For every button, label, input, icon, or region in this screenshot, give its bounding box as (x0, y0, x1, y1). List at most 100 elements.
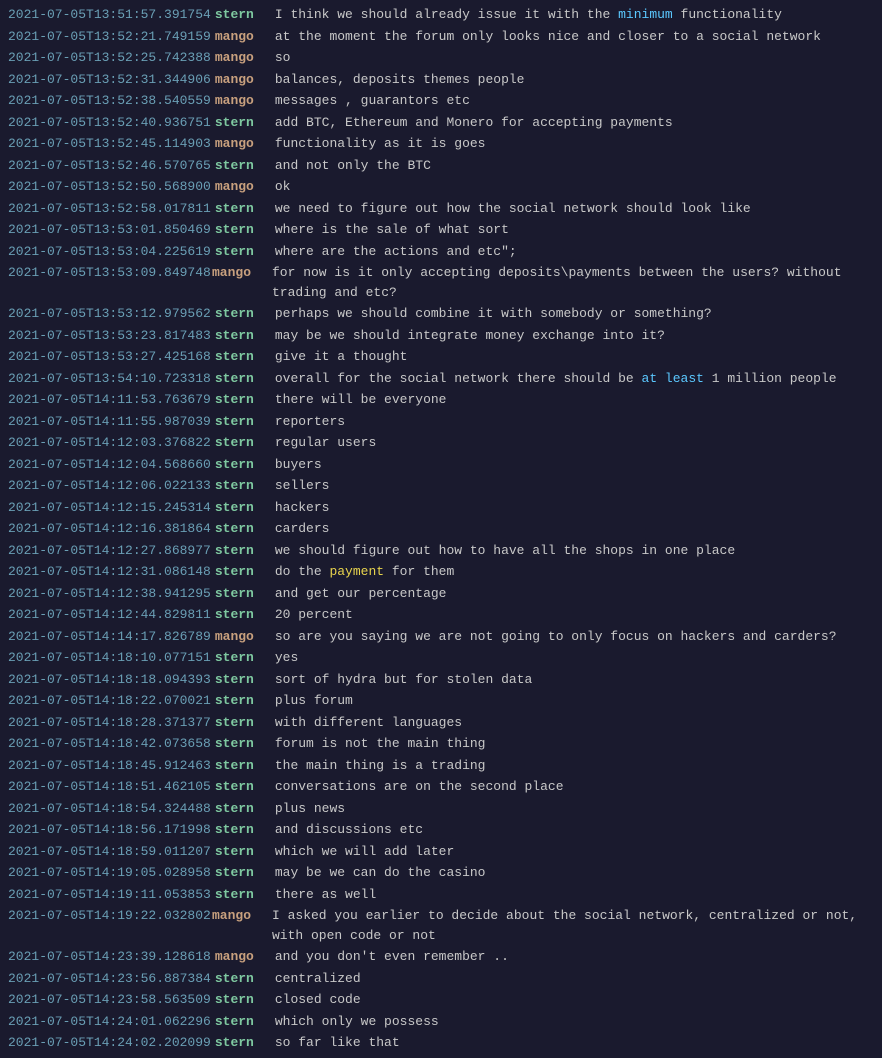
table-row: 2021-07-05T14:18:56.171998stern and discu… (0, 819, 882, 841)
table-row: 2021-07-05T14:18:45.912463sternthe main … (0, 755, 882, 777)
table-row: 2021-07-05T14:18:42.073658sternforum is … (0, 733, 882, 755)
message-text: buyers (275, 455, 322, 475)
username: stern (215, 541, 267, 561)
table-row: 2021-07-05T13:52:46.570765sternand not o… (0, 155, 882, 177)
timestamp: 2021-07-05T13:52:31.344906 (8, 70, 211, 90)
message-text: and not only the BTC (275, 156, 431, 176)
username: stern (215, 347, 267, 367)
table-row: 2021-07-05T13:52:25.742388mangoso (0, 47, 882, 69)
username: stern (215, 326, 267, 346)
message-text: may be we should integrate money exchang… (275, 326, 665, 346)
username: stern (215, 605, 267, 625)
message-text: which we will add later (275, 842, 454, 862)
username: stern (215, 476, 267, 496)
username: stern (215, 820, 267, 840)
username: stern (215, 562, 267, 582)
table-row: 2021-07-05T13:54:10.723318stern overall f… (0, 368, 882, 390)
table-row: 2021-07-05T13:52:21.749159mangoat the mo… (0, 26, 882, 48)
message-text: yes (275, 648, 298, 668)
message-text: so are you saying we are not going to on… (275, 627, 837, 647)
timestamp: 2021-07-05T13:54:10.723318 (8, 369, 211, 389)
timestamp: 2021-07-05T14:12:06.022133 (8, 476, 211, 496)
table-row: 2021-07-05T13:53:09.849748mangofor now i… (0, 262, 882, 303)
timestamp: 2021-07-05T14:23:39.128618 (8, 947, 211, 967)
table-row: 2021-07-05T14:23:39.128618mangoand you d… (0, 946, 882, 968)
username: stern (215, 242, 267, 262)
timestamp: 2021-07-05T14:12:38.941295 (8, 584, 211, 604)
message-text: centralized (275, 969, 361, 989)
timestamp: 2021-07-05T13:52:21.749159 (8, 27, 211, 47)
table-row: 2021-07-05T14:12:15.245314sternhackers (0, 497, 882, 519)
timestamp: 2021-07-05T14:19:05.028958 (8, 863, 211, 883)
username: stern (215, 220, 267, 240)
message-text: overall for the social network there sho… (275, 369, 837, 389)
username: stern (215, 304, 267, 324)
table-row: 2021-07-05T14:24:02.202099sternso far li… (0, 1032, 882, 1054)
timestamp: 2021-07-05T14:12:03.376822 (8, 433, 211, 453)
message-text: conversations are on the second place (275, 777, 564, 797)
message-text: do the payment for them (275, 562, 454, 582)
message-text: give it a thought (275, 347, 408, 367)
message-text: sort of hydra but for stolen data (275, 670, 532, 690)
table-row: 2021-07-05T14:18:10.077151sternyes (0, 647, 882, 669)
timestamp: 2021-07-05T14:18:56.171998 (8, 820, 211, 840)
message-text: at the moment the forum only looks nice … (275, 27, 821, 47)
username: stern (215, 777, 267, 797)
table-row: 2021-07-05T13:52:31.344906mangobalances,… (0, 69, 882, 91)
table-row: 2021-07-05T14:19:05.028958stern may be we… (0, 862, 882, 884)
message-text: so far like that (275, 1033, 400, 1053)
table-row: 2021-07-05T13:52:50.568900mangook (0, 176, 882, 198)
message-text: and discussions etc (275, 820, 423, 840)
username: stern (215, 113, 267, 133)
message-text: reporters (275, 412, 345, 432)
message-text: hackers (275, 498, 330, 518)
username: stern (215, 990, 267, 1010)
message-text: which only we possess (275, 1012, 439, 1032)
message-text: 20 percent (275, 605, 353, 625)
table-row: 2021-07-05T14:18:54.324488sternplus news (0, 798, 882, 820)
table-row: 2021-07-05T13:53:01.850469sternwhere is … (0, 219, 882, 241)
timestamp: 2021-07-05T14:12:31.086148 (8, 562, 211, 582)
username: stern (215, 498, 267, 518)
timestamp: 2021-07-05T14:12:44.829811 (8, 605, 211, 625)
timestamp: 2021-07-05T13:52:50.568900 (8, 177, 211, 197)
timestamp: 2021-07-05T14:12:04.568660 (8, 455, 211, 475)
timestamp: 2021-07-05T14:12:27.868977 (8, 541, 211, 561)
username: stern (215, 799, 267, 819)
username: stern (215, 1012, 267, 1032)
table-row: 2021-07-05T14:14:17.826789mangoso are yo… (0, 626, 882, 648)
message-text: perhaps we should combine it with somebo… (275, 304, 712, 324)
table-row: 2021-07-05T13:52:40.936751sternadd BTC, … (0, 112, 882, 134)
timestamp: 2021-07-05T13:53:04.225619 (8, 242, 211, 262)
message-text: add BTC, Ethereum and Monero for accepti… (275, 113, 673, 133)
username: stern (215, 756, 267, 776)
timestamp: 2021-07-05T14:12:16.381864 (8, 519, 211, 539)
username: mango (215, 947, 267, 967)
timestamp: 2021-07-05T14:18:42.073658 (8, 734, 211, 754)
username: stern (215, 369, 267, 389)
timestamp: 2021-07-05T14:11:53.763679 (8, 390, 211, 410)
message-text: regular users (275, 433, 376, 453)
timestamp: 2021-07-05T14:24:01.062296 (8, 1012, 211, 1032)
table-row: 2021-07-05T14:23:58.563509sternclosed co… (0, 989, 882, 1011)
table-row: 2021-07-05T14:12:31.086148stern do the pa… (0, 561, 882, 583)
table-row: 2021-07-05T13:53:23.817483sternmay be we… (0, 325, 882, 347)
timestamp: 2021-07-05T13:53:27.425168 (8, 347, 211, 367)
message-text: balances, deposits themes people (275, 70, 525, 90)
username: stern (215, 455, 267, 475)
timestamp: 2021-07-05T13:52:58.017811 (8, 199, 211, 219)
timestamp: 2021-07-05T14:18:28.371377 (8, 713, 211, 733)
table-row: 2021-07-05T14:11:53.763679sternthere wil… (0, 389, 882, 411)
message-text: there will be everyone (275, 390, 447, 410)
table-row: 2021-07-05T14:12:03.376822sternregular u… (0, 432, 882, 454)
table-row: 2021-07-05T13:51:57.391754sternI think w… (0, 4, 882, 26)
message-text: may be we can do the casino (275, 863, 486, 883)
table-row: 2021-07-05T14:18:22.070021sternplus foru… (0, 690, 882, 712)
timestamp: 2021-07-05T14:18:45.912463 (8, 756, 211, 776)
username: stern (215, 863, 267, 883)
username: stern (215, 156, 267, 176)
username: stern (215, 885, 267, 905)
message-text: with different languages (275, 713, 462, 733)
message-text: we need to figure out how the social net… (275, 199, 751, 219)
table-row: 2021-07-05T14:24:01.062296stern which onl… (0, 1011, 882, 1033)
